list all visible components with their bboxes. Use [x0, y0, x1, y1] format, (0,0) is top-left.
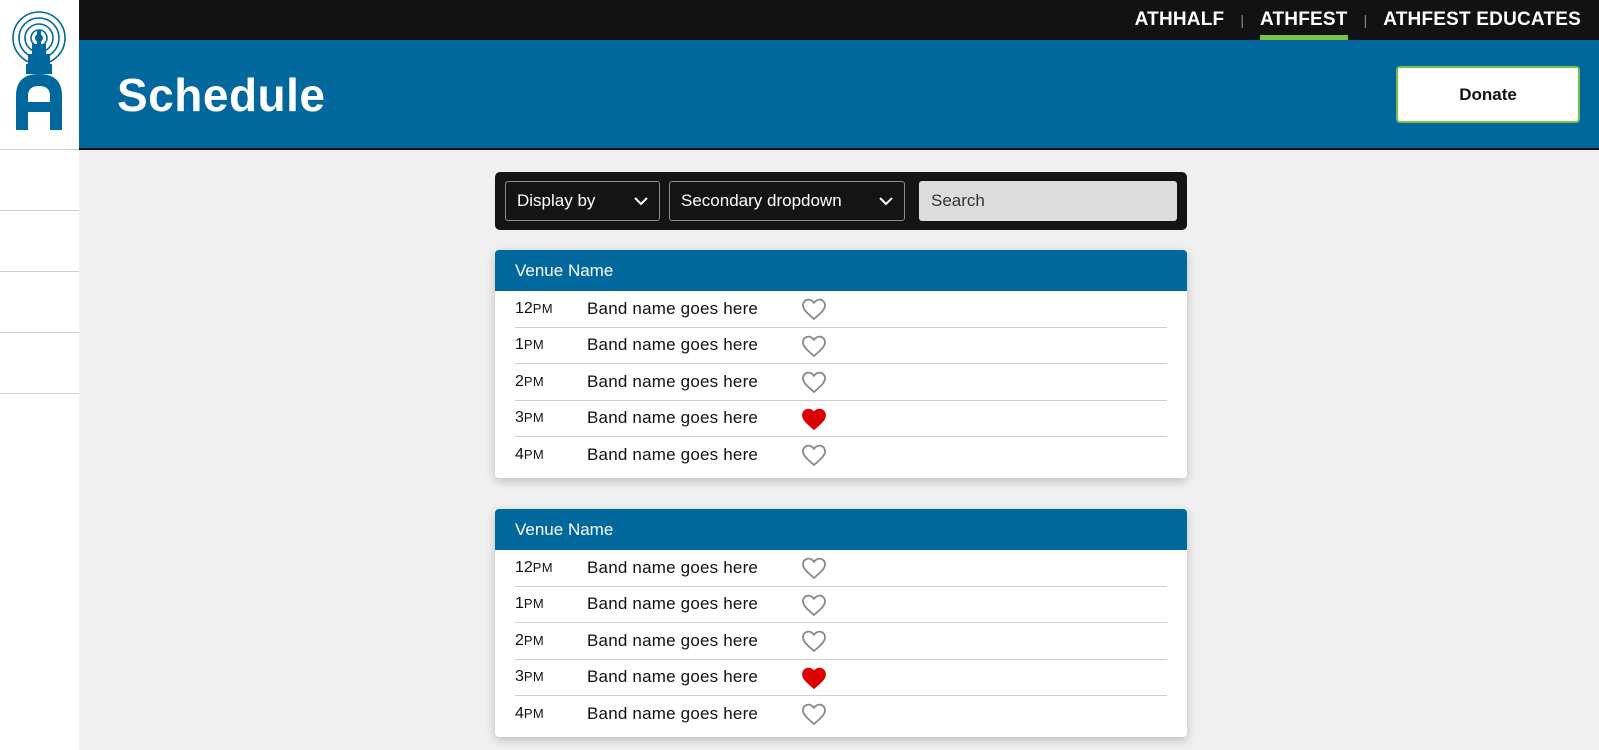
- heart-icon[interactable]: [802, 444, 826, 466]
- slot-hour: 4: [515, 705, 524, 723]
- slot-hour: 4: [515, 446, 524, 464]
- sidebar-slot[interactable]: [0, 150, 79, 211]
- schedule-row: 12PM Band name goes here: [515, 550, 1167, 587]
- search-input[interactable]: [919, 181, 1177, 221]
- slot-time: 2PM: [515, 373, 587, 391]
- band-name: Band name goes here: [587, 667, 759, 687]
- secondary-dropdown-label: Secondary dropdown: [681, 191, 842, 210]
- slot-ampm: PM: [523, 706, 545, 722]
- heart-icon[interactable]: [802, 298, 826, 320]
- band-name: Band name goes here: [587, 408, 759, 428]
- filter-bar: Display by Secondary dropdown: [495, 172, 1187, 230]
- slot-ampm: PM: [523, 596, 545, 612]
- band-name: Band name goes here: [587, 335, 759, 355]
- slot-time: 3PM: [515, 668, 587, 686]
- slot-time: 4PM: [515, 705, 587, 723]
- sidebar-slot[interactable]: [0, 272, 79, 333]
- heart-icon[interactable]: [802, 630, 826, 652]
- top-nav-bar: ATHHALF | ATHFEST | ATHFEST EDUCATES: [79, 0, 1599, 40]
- slot-ampm: PM: [523, 447, 545, 463]
- schedule-row: 1PM Band name goes here: [515, 587, 1167, 623]
- secondary-dropdown[interactable]: Secondary dropdown: [669, 181, 905, 221]
- heart-icon[interactable]: [802, 703, 826, 725]
- slot-time: 12PM: [515, 300, 587, 318]
- top-nav: ATHHALF | ATHFEST | ATHFEST EDUCATES: [1135, 0, 1581, 40]
- slot-ampm: PM: [532, 559, 553, 575]
- venue-card: Venue Name 12PM Band name goes here 1PM Band…: [495, 509, 1187, 737]
- slot-hour: 2: [515, 631, 524, 649]
- slot-hour: 3: [515, 668, 524, 686]
- venue-name: Venue Name: [495, 509, 1187, 550]
- page-title: Schedule: [117, 69, 326, 121]
- slot-list: 12PM Band name goes here 1PM Band name goes…: [495, 550, 1187, 733]
- slot-hour: 12: [515, 299, 533, 317]
- slot-ampm: PM: [523, 669, 545, 685]
- slot-ampm: PM: [523, 373, 545, 389]
- display-by-dropdown[interactable]: Display by: [505, 181, 660, 221]
- schedule-row: 3PM Band name goes here: [515, 401, 1167, 437]
- band-name: Band name goes here: [587, 445, 759, 465]
- nav-separator: |: [1363, 12, 1368, 28]
- nav-link-athfest[interactable]: ATHFEST: [1259, 0, 1348, 40]
- slot-ampm: PM: [532, 300, 553, 316]
- slot-time: 1PM: [515, 595, 587, 613]
- slot-time: 1PM: [515, 336, 587, 354]
- heart-icon[interactable]: [802, 667, 826, 689]
- nav-link-athhalf[interactable]: ATHHALF: [1135, 0, 1225, 40]
- page: ATHHALF | ATHFEST | ATHFEST EDUCATES Sch…: [0, 0, 1599, 750]
- slot-ampm: PM: [523, 632, 545, 648]
- schedule-row: 12PM Band name goes here: [515, 291, 1167, 328]
- heart-icon[interactable]: [802, 408, 826, 430]
- band-name: Band name goes here: [587, 704, 759, 724]
- slot-hour: 3: [515, 409, 524, 427]
- sidebar-slot[interactable]: [0, 211, 79, 272]
- slot-ampm: PM: [523, 410, 545, 426]
- chevron-down-icon: [634, 197, 648, 206]
- schedule-row: 4PM Band name goes here: [515, 696, 1167, 733]
- chevron-down-icon: [879, 197, 893, 206]
- band-name: Band name goes here: [587, 594, 759, 614]
- display-by-label: Display by: [517, 191, 596, 210]
- slot-list: 12PM Band name goes here 1PM Band name goes…: [495, 291, 1187, 474]
- slot-hour: 1: [515, 336, 524, 354]
- slot-hour: 1: [515, 595, 524, 613]
- donate-button[interactable]: Donate: [1396, 66, 1580, 123]
- venue-name: Venue Name: [495, 250, 1187, 291]
- schedule-row: 3PM Band name goes here: [515, 660, 1167, 696]
- venue-card: Venue Name 12PM Band name goes here 1PM Band…: [495, 250, 1187, 478]
- band-name: Band name goes here: [587, 557, 759, 577]
- page-header: Schedule Donate: [79, 40, 1599, 150]
- schedule-row: 4PM Band name goes here: [515, 437, 1167, 474]
- nav-separator: |: [1240, 12, 1244, 28]
- schedule-row: 2PM Band name goes here: [515, 364, 1167, 401]
- schedule-row: 2PM Band name goes here: [515, 623, 1167, 660]
- band-name: Band name goes here: [587, 630, 759, 650]
- heart-icon[interactable]: [802, 594, 826, 616]
- slot-ampm: PM: [523, 337, 545, 353]
- slot-time: 2PM: [515, 632, 587, 650]
- heart-icon[interactable]: [802, 371, 826, 393]
- heart-icon[interactable]: [802, 335, 826, 357]
- band-name: Band name goes here: [587, 298, 759, 318]
- slot-time: 4PM: [515, 446, 587, 464]
- left-sidebar: [0, 0, 79, 750]
- heart-icon[interactable]: [802, 557, 826, 579]
- slot-time: 3PM: [515, 409, 587, 427]
- band-name: Band name goes here: [587, 371, 759, 391]
- schedule-row: 1PM Band name goes here: [515, 328, 1167, 364]
- nav-link-athfest-educates[interactable]: ATHFEST EDUCATES: [1383, 0, 1581, 40]
- sidebar-slot[interactable]: [0, 333, 79, 394]
- slot-hour: 12: [515, 558, 533, 576]
- athfest-logo-icon[interactable]: [0, 0, 79, 150]
- slot-time: 12PM: [515, 559, 587, 577]
- slot-hour: 2: [515, 372, 524, 390]
